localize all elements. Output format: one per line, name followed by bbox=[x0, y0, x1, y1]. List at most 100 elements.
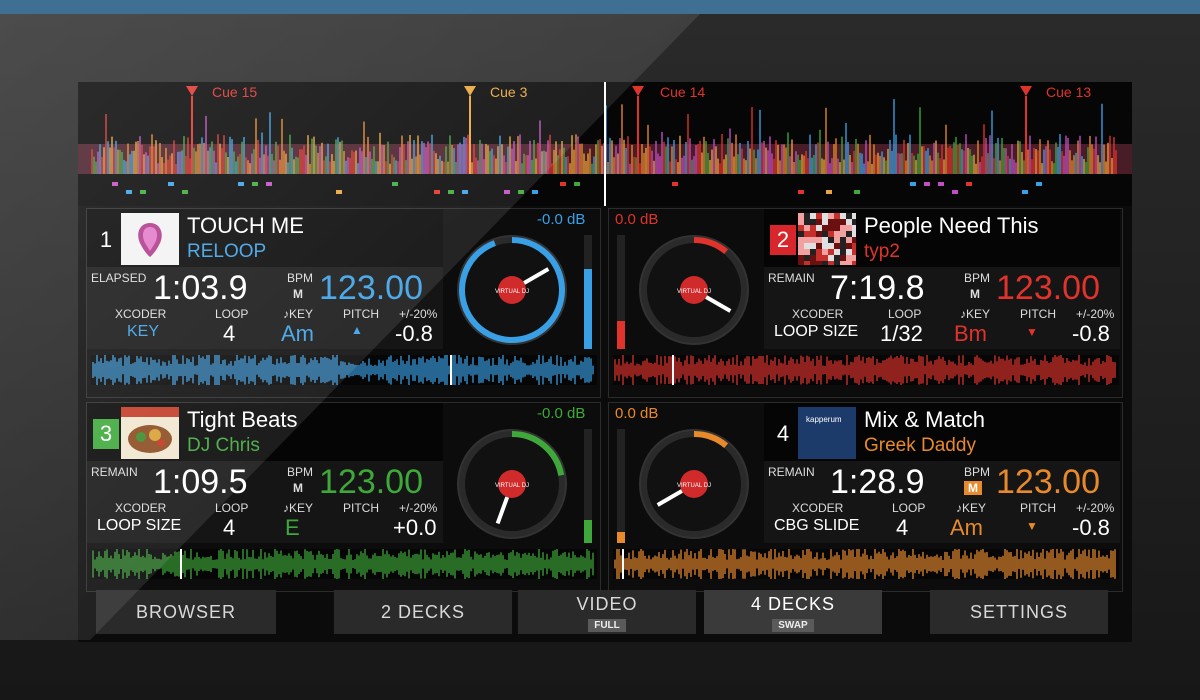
deck-3-loopsize-label[interactable]: LOOP SIZE bbox=[97, 517, 181, 535]
deck-2-pitch-label: PITCH bbox=[1020, 307, 1056, 321]
4-decks-button-label: 4 DECKS bbox=[750, 594, 836, 614]
svg-text:VIRTUAL DJ: VIRTUAL DJ bbox=[677, 289, 711, 295]
video-button-label: VIDEO bbox=[576, 594, 638, 614]
window-top-bar bbox=[0, 0, 1200, 14]
deck-4-number: 4 bbox=[776, 421, 790, 446]
deck-3-track-title: Tight Beats bbox=[187, 407, 298, 432]
controller-screen: Cue 15 Cue 3 Cue 14 Cue 13 1 TOUCH ME RE… bbox=[78, 82, 1132, 642]
deck-2-track-artist: typ2 bbox=[864, 241, 900, 262]
deck-2-gain-db: 0.0 dB bbox=[615, 211, 659, 228]
deck-2-waveform[interactable] bbox=[613, 354, 1119, 386]
deck-4-loop-label: LOOP bbox=[892, 501, 926, 515]
deck-3-title-box: 3 Tight Beats DJ Chris bbox=[87, 403, 443, 461]
deck-1-gain-db: -0.0 dB bbox=[537, 211, 586, 228]
2-decks-button[interactable]: 2 DECKS bbox=[334, 590, 512, 634]
deck-3-level-meter bbox=[584, 429, 592, 543]
deck-4-track-artist: Greek Daddy bbox=[864, 435, 976, 456]
deck-1-xcoder-value[interactable]: KEY bbox=[127, 323, 159, 341]
deck-1-waveform[interactable] bbox=[91, 354, 597, 386]
deck-1-range-label: +/-20% bbox=[399, 307, 438, 321]
deck-1-loop-value[interactable]: 4 bbox=[223, 321, 235, 347]
deck-1-level-meter bbox=[584, 235, 592, 349]
tightbeats-album-art bbox=[121, 407, 179, 459]
deck-4-range-label: +/-20% bbox=[1076, 501, 1115, 515]
browser-button[interactable]: BROWSER bbox=[96, 590, 276, 634]
deck-2-title-box: 2 People Need This typ2 bbox=[764, 209, 1120, 267]
peopleneed-album-art bbox=[798, 213, 858, 267]
deck-4-key-value: Am bbox=[950, 515, 983, 540]
deck-4-track-title: Mix & Match bbox=[864, 407, 986, 432]
deck-4-pitch-label: PITCH bbox=[1020, 501, 1056, 515]
deck-4-xcoder-value[interactable]: CBG SLIDE bbox=[774, 517, 859, 535]
deck-3-waveform[interactable] bbox=[91, 548, 597, 580]
deck-1-title-box: 1 TOUCH ME RELOOP bbox=[87, 209, 443, 267]
deck-3-bpm-mode[interactable]: M bbox=[293, 481, 303, 495]
deck-4-bpm: 123.00 bbox=[996, 463, 1100, 501]
deck-4-bpm-mode[interactable]: M bbox=[964, 481, 982, 495]
deck-4-jog-wheel[interactable]: VIRTUAL DJ bbox=[639, 429, 749, 539]
deck-2-jog-wheel[interactable]: VIRTUAL DJ bbox=[639, 235, 749, 345]
deck-1-track-artist: RELOOP bbox=[187, 241, 267, 262]
mixmatch-art-text: kapperum bbox=[806, 415, 842, 424]
deck-1-jog-wheel[interactable]: VIRTUAL DJ bbox=[457, 235, 567, 345]
deck-3-time: 1:09.5 bbox=[153, 463, 248, 501]
mixmatch-album-art: kapperum bbox=[798, 407, 856, 459]
pitch-down-arrow-icon: ▼ bbox=[1026, 325, 1038, 339]
deck-1-bpm-label: BPM bbox=[287, 271, 314, 285]
cue-label-3[interactable]: Cue 3 bbox=[490, 84, 527, 100]
deck-3-loop-value[interactable]: 4 bbox=[223, 515, 235, 541]
video-full-label: FULL bbox=[588, 619, 626, 632]
deck-2-bpm-mode[interactable]: M bbox=[970, 287, 980, 301]
deck-2-bpm-label: BPM bbox=[964, 271, 991, 285]
4-decks-swap-label: SWAP bbox=[772, 619, 814, 632]
deck-4-waveform[interactable] bbox=[613, 548, 1119, 580]
deck-3-waveform-graphic bbox=[92, 548, 594, 580]
4-decks-button[interactable]: 4 DECKS SWAP bbox=[704, 590, 882, 634]
deck-2-jog-graphic: VIRTUAL DJ bbox=[641, 237, 747, 343]
deck-1-time-label: ELAPSED bbox=[91, 271, 147, 285]
deck-2-range-label: +/-20% bbox=[1076, 307, 1115, 321]
deck-1-pitch-value: -0.8 bbox=[395, 321, 433, 346]
cue-label-13[interactable]: Cue 13 bbox=[1046, 84, 1091, 100]
deck-1-bpm: 123.00 bbox=[319, 269, 423, 307]
overview-waveform[interactable]: Cue 15 Cue 3 Cue 14 Cue 13 bbox=[78, 82, 1132, 206]
deck-3-track-artist: DJ Chris bbox=[187, 435, 260, 456]
deck-2-info-panel: 2 People Need This typ2 REMAIN 7:19.8 BP… bbox=[764, 209, 1120, 349]
deck-4-xcoder-label: XCODER bbox=[792, 501, 844, 515]
deck-2-bpm: 123.00 bbox=[996, 269, 1100, 307]
2-decks-button-label: 2 DECKS bbox=[380, 602, 466, 622]
cue-label-14[interactable]: Cue 14 bbox=[660, 84, 705, 100]
deck-3-loop-label: LOOP bbox=[215, 501, 249, 515]
deck-3-range-label: +/-20% bbox=[399, 501, 438, 515]
deck-4-waveform-graphic bbox=[614, 548, 1116, 580]
deck-1: 1 TOUCH ME RELOOP ELAPSED 1:03.9 BPM M 1… bbox=[86, 208, 601, 398]
deck-3-jog-graphic: VIRTUAL DJ bbox=[459, 431, 565, 537]
deck-2-waveform-graphic bbox=[614, 354, 1116, 386]
deck-2-level-meter bbox=[617, 235, 625, 349]
deck-4-jog-graphic: VIRTUAL DJ bbox=[641, 431, 747, 537]
cue-label-15[interactable]: Cue 15 bbox=[212, 84, 257, 100]
deck-4-time: 1:28.9 bbox=[830, 463, 925, 501]
deck-3-jog-wheel[interactable]: VIRTUAL DJ bbox=[457, 429, 567, 539]
touchme-album-art bbox=[121, 213, 179, 265]
settings-button[interactable]: SETTINGS bbox=[930, 590, 1108, 634]
deck-1-bpm-mode[interactable]: M bbox=[293, 287, 303, 301]
pitch-down-arrow-icon: ▼ bbox=[1026, 519, 1038, 533]
video-button[interactable]: VIDEO FULL bbox=[518, 590, 696, 634]
deck-4-title-box: 4 kapperum Mix & Match Greek Daddy bbox=[764, 403, 1120, 461]
deck-3-xcoder-label: XCODER bbox=[115, 501, 167, 515]
pitch-up-arrow-icon: ▲ bbox=[351, 323, 363, 337]
deck-3-key-value: E bbox=[285, 515, 300, 540]
deck-4-loop-value[interactable]: 4 bbox=[896, 515, 908, 541]
deck-1-xcoder-label: XCODER bbox=[115, 307, 167, 321]
deck-4-bpm-label: BPM bbox=[964, 465, 991, 479]
deck-1-jog-graphic: VIRTUAL DJ bbox=[459, 237, 565, 343]
deck-2-loop-value[interactable]: 1/32 bbox=[880, 321, 923, 347]
overview-waveform-graphic bbox=[78, 82, 1132, 206]
deck-1-info-panel: 1 TOUCH ME RELOOP ELAPSED 1:03.9 BPM M 1… bbox=[87, 209, 443, 349]
deck-1-track-title: TOUCH ME bbox=[187, 213, 304, 238]
deck-4-info-panel: 4 kapperum Mix & Match Greek Daddy REMAI… bbox=[764, 403, 1120, 543]
deck-3-time-label: REMAIN bbox=[91, 465, 138, 479]
deck-2-loopsize-label[interactable]: LOOP SIZE bbox=[774, 323, 858, 341]
svg-text:VIRTUAL DJ: VIRTUAL DJ bbox=[677, 483, 711, 489]
